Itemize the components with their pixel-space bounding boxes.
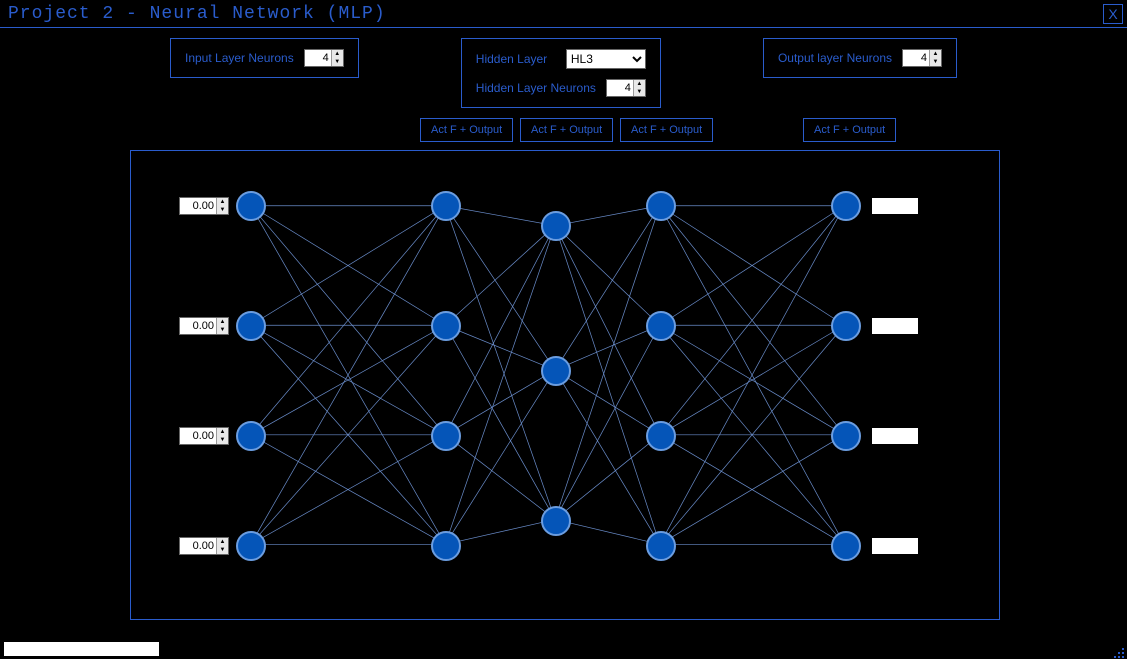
output-neuron bbox=[831, 421, 861, 451]
hidden-neuron bbox=[541, 356, 571, 386]
chevron-up-icon[interactable]: ▲ bbox=[634, 80, 645, 88]
network-diagram: ▲▼▲▼▲▼▲▼ bbox=[130, 150, 1000, 620]
hidden-neurons-label: Hidden Layer Neurons bbox=[476, 81, 596, 95]
close-icon: X bbox=[1108, 6, 1117, 22]
chevron-up-icon[interactable]: ▲ bbox=[332, 50, 343, 58]
chevron-down-icon[interactable]: ▼ bbox=[634, 88, 645, 96]
window-close-button[interactable]: X bbox=[1103, 4, 1123, 24]
resize-grip-icon[interactable] bbox=[1111, 645, 1125, 659]
window-titlebar: Project 2 - Neural Network (MLP) X bbox=[0, 0, 1127, 28]
input-neuron bbox=[236, 531, 266, 561]
config-row: Input Layer Neurons ▲ ▼ Hidden Layer HL3… bbox=[0, 28, 1127, 116]
hidden-layer-panel: Hidden Layer HL3 Hidden Layer Neurons ▲ … bbox=[461, 38, 661, 108]
output-neuron bbox=[831, 311, 861, 341]
status-bar bbox=[0, 639, 1127, 659]
actf-button-h2[interactable]: Act F + Output bbox=[520, 118, 613, 142]
actf-button-out[interactable]: Act F + Output bbox=[803, 118, 896, 142]
chevron-down-icon[interactable]: ▼ bbox=[217, 546, 228, 554]
chevron-up-icon[interactable]: ▲ bbox=[217, 538, 228, 546]
hidden-neuron bbox=[541, 211, 571, 241]
input-neuron bbox=[236, 421, 266, 451]
window-title: Project 2 - Neural Network (MLP) bbox=[8, 4, 386, 24]
actf-button-h1[interactable]: Act F + Output bbox=[420, 118, 513, 142]
chevron-up-icon[interactable]: ▲ bbox=[217, 428, 228, 436]
output-value-display bbox=[872, 538, 918, 554]
hidden-neuron bbox=[431, 191, 461, 221]
hidden-neuron bbox=[541, 506, 571, 536]
progress-bar bbox=[4, 642, 159, 656]
chevron-down-icon[interactable]: ▼ bbox=[217, 436, 228, 444]
actf-button-h3[interactable]: Act F + Output bbox=[620, 118, 713, 142]
hidden-neuron bbox=[431, 311, 461, 341]
hidden-neuron bbox=[646, 531, 676, 561]
hidden-neuron bbox=[431, 531, 461, 561]
chevron-down-icon[interactable]: ▼ bbox=[217, 326, 228, 334]
input-value-stepper[interactable]: ▲▼ bbox=[179, 427, 229, 445]
input-value-field[interactable] bbox=[180, 428, 216, 444]
input-layer-panel: Input Layer Neurons ▲ ▼ bbox=[170, 38, 359, 78]
hidden-layer-label: Hidden Layer bbox=[476, 52, 547, 66]
chevron-down-icon[interactable]: ▼ bbox=[217, 206, 228, 214]
output-neuron bbox=[831, 531, 861, 561]
output-value-display bbox=[872, 198, 918, 214]
input-value-field[interactable] bbox=[180, 318, 216, 334]
chevron-up-icon[interactable]: ▲ bbox=[930, 50, 941, 58]
hidden-neuron bbox=[431, 421, 461, 451]
hidden-neuron bbox=[646, 311, 676, 341]
hidden-neurons-stepper[interactable]: ▲ ▼ bbox=[606, 79, 646, 97]
input-neuron bbox=[236, 191, 266, 221]
hidden-neuron bbox=[646, 421, 676, 451]
output-value-display bbox=[872, 318, 918, 334]
input-value-field[interactable] bbox=[180, 198, 216, 214]
input-value-stepper[interactable]: ▲▼ bbox=[179, 317, 229, 335]
input-neurons-field[interactable] bbox=[305, 50, 331, 66]
output-neuron bbox=[831, 191, 861, 221]
output-layer-label: Output layer Neurons bbox=[778, 51, 892, 65]
output-value-display bbox=[872, 428, 918, 444]
chevron-down-icon[interactable]: ▼ bbox=[332, 58, 343, 66]
input-neurons-stepper[interactable]: ▲ ▼ bbox=[304, 49, 344, 67]
hidden-neuron bbox=[646, 191, 676, 221]
chevron-down-icon[interactable]: ▼ bbox=[930, 58, 941, 66]
chevron-up-icon[interactable]: ▲ bbox=[217, 198, 228, 206]
input-value-stepper[interactable]: ▲▼ bbox=[179, 197, 229, 215]
input-value-field[interactable] bbox=[180, 538, 216, 554]
output-neurons-field[interactable] bbox=[903, 50, 929, 66]
hidden-neurons-field[interactable] bbox=[607, 80, 633, 96]
input-layer-label: Input Layer Neurons bbox=[185, 51, 294, 65]
input-value-stepper[interactable]: ▲▼ bbox=[179, 537, 229, 555]
hidden-layer-select[interactable]: HL3 bbox=[566, 49, 646, 69]
chevron-up-icon[interactable]: ▲ bbox=[217, 318, 228, 326]
output-neurons-stepper[interactable]: ▲ ▼ bbox=[902, 49, 942, 67]
input-neuron bbox=[236, 311, 266, 341]
output-layer-panel: Output layer Neurons ▲ ▼ bbox=[763, 38, 957, 78]
